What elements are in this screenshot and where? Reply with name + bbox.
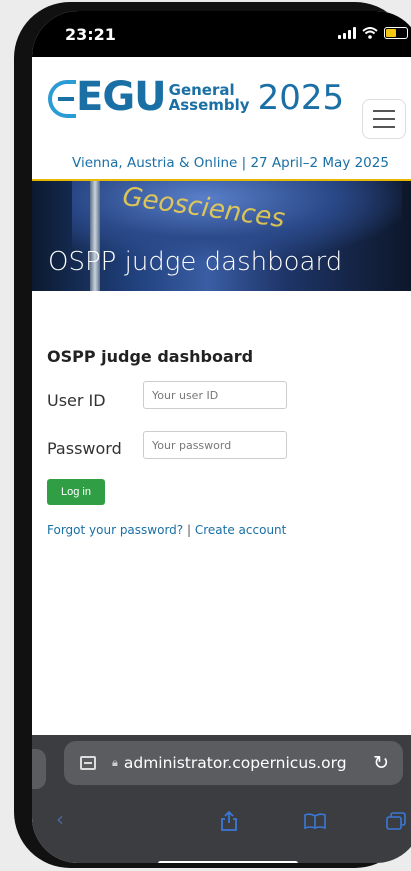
login-form: OSPP judge dashboard User ID Password Lo… [32,291,411,741]
account-links: Forgot your password? | Create account [47,523,286,537]
password-input[interactable] [143,431,287,459]
status-time: 23:21 [65,25,116,44]
login-button[interactable]: Log in [47,479,105,505]
page-banner: Geosciences OSPP judge dashboard [32,179,411,293]
home-indicator [158,861,298,863]
link-separator: | [186,523,192,537]
lock-icon: 🔒︎ [112,756,118,769]
url-text: administrator.copernicus.org [123,754,347,772]
user-id-label: User ID [47,391,106,410]
event-tagline: Vienna, Austria & Online | 27 April–2 Ma… [72,155,389,171]
user-id-input[interactable] [143,381,287,409]
logo-general-assembly: General Assembly [168,82,250,114]
form-heading: OSPP judge dashboard [47,347,254,366]
browser-toolbar: ‹ [32,799,411,839]
logo-line-2: Assembly [168,95,250,114]
bookmarks-icon[interactable] [304,813,326,829]
back-icon[interactable]: ‹ [56,807,64,831]
system-icons [338,27,408,39]
egu-logo[interactable]: EGU General Assembly 2025 [48,77,344,118]
site-header: EGU General Assembly 2025 Vienna, Austri… [32,57,411,179]
phone-frame: 23:21 EGU General Assembly 2025 Vienna, … [14,2,411,868]
reload-icon[interactable]: ↻ [373,752,389,774]
wifi-icon [362,27,378,39]
hamburger-menu-icon[interactable] [362,99,406,139]
tabs-icon[interactable] [386,812,406,830]
signal-icon [338,27,356,39]
password-label: Password [47,439,122,458]
forgot-password-link[interactable]: Forgot your password? [47,523,183,537]
logo-year: 2025 [257,77,345,118]
phone-screen: 23:21 EGU General Assembly 2025 Vienna, … [32,11,411,863]
page-menu-icon[interactable] [80,756,96,770]
address-bar[interactable]: 🔒︎ administrator.copernicus.org ↻ [64,741,403,785]
page-title: OSPP judge dashboard [48,247,343,277]
logo-egu: EGU [48,77,167,118]
battery-icon [384,27,408,39]
previous-tab-edge[interactable] [32,749,46,789]
create-account-link[interactable]: Create account [195,523,287,537]
share-icon[interactable] [220,811,238,831]
browser-bar: 🔒︎ administrator.copernicus.org ↻ ‹ [32,735,411,863]
status-bar: 23:21 [32,11,411,57]
